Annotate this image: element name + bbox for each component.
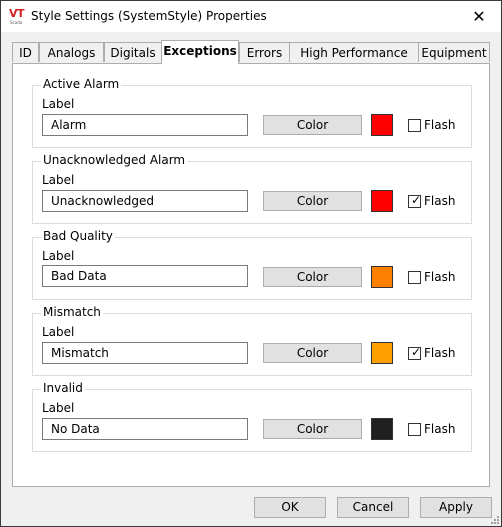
cancel-button[interactable]: Cancel xyxy=(337,497,409,518)
field-label: Label xyxy=(42,173,75,187)
color-swatch[interactable] xyxy=(371,418,393,440)
label-input[interactable]: Unacknowledged xyxy=(42,190,248,212)
check-icon: ✓ xyxy=(411,193,422,207)
color-swatch[interactable] xyxy=(371,190,393,212)
field-label: Label xyxy=(42,325,75,339)
app-logo-icon: VT Scada xyxy=(9,7,29,27)
flash-label: Flash xyxy=(424,270,456,284)
tab-exceptions[interactable]: Exceptions xyxy=(161,40,239,64)
group-title: Bad Quality xyxy=(41,229,115,243)
label-input[interactable]: Alarm xyxy=(42,114,248,136)
color-button[interactable]: Color xyxy=(263,267,362,287)
flash-label: Flash xyxy=(424,422,456,436)
tab-analogs[interactable]: Analogs xyxy=(39,42,104,62)
field-label: Label xyxy=(42,401,75,415)
color-button[interactable]: Color xyxy=(263,191,362,211)
label-input[interactable]: Bad Data xyxy=(42,265,248,287)
label-input[interactable]: No Data xyxy=(42,418,248,440)
tab-equipment[interactable]: Equipment xyxy=(418,42,490,62)
group-title: Mismatch xyxy=(41,305,103,319)
tab-digitals[interactable]: Digitals xyxy=(104,42,162,62)
flash-checkbox[interactable] xyxy=(408,119,421,132)
color-swatch[interactable] xyxy=(371,266,393,288)
properties-dialog: VT Scada Style Settings (SystemStyle) Pr… xyxy=(0,0,502,527)
tab-id[interactable]: ID xyxy=(12,42,39,62)
color-swatch[interactable] xyxy=(371,114,393,136)
field-label: Label xyxy=(42,97,75,111)
resize-grip-icon[interactable] xyxy=(489,514,499,524)
tab-high-performance[interactable]: High Performance xyxy=(289,42,419,62)
flash-label: Flash xyxy=(424,118,456,132)
logo-subtext: Scada xyxy=(10,20,23,25)
color-button[interactable]: Color xyxy=(263,419,362,439)
tab-errors[interactable]: Errors xyxy=(239,42,290,62)
field-label: Label xyxy=(42,249,75,263)
flash-label: Flash xyxy=(424,194,456,208)
color-button[interactable]: Color xyxy=(263,343,362,363)
group-title: Invalid xyxy=(41,381,85,395)
label-input[interactable]: Mismatch xyxy=(42,342,248,364)
ok-button[interactable]: OK xyxy=(254,497,326,518)
flash-label: Flash xyxy=(424,346,456,360)
logo-text: VT xyxy=(9,7,25,20)
flash-checkbox[interactable]: ✓ xyxy=(408,345,422,360)
window-title: Style Settings (SystemStyle) Properties xyxy=(31,9,267,23)
group-title: Unacknowledged Alarm xyxy=(41,153,188,167)
color-button[interactable]: Color xyxy=(263,115,362,135)
color-swatch[interactable] xyxy=(371,342,393,364)
flash-checkbox[interactable] xyxy=(408,271,421,284)
check-icon: ✓ xyxy=(411,345,422,359)
close-icon[interactable]: ✕ xyxy=(457,1,501,32)
flash-checkbox[interactable] xyxy=(408,423,421,436)
title-bar[interactable]: VT Scada Style Settings (SystemStyle) Pr… xyxy=(1,1,501,32)
apply-button[interactable]: Apply xyxy=(420,497,492,518)
flash-checkbox[interactable]: ✓ xyxy=(408,193,422,208)
group-title: Active Alarm xyxy=(41,77,122,91)
